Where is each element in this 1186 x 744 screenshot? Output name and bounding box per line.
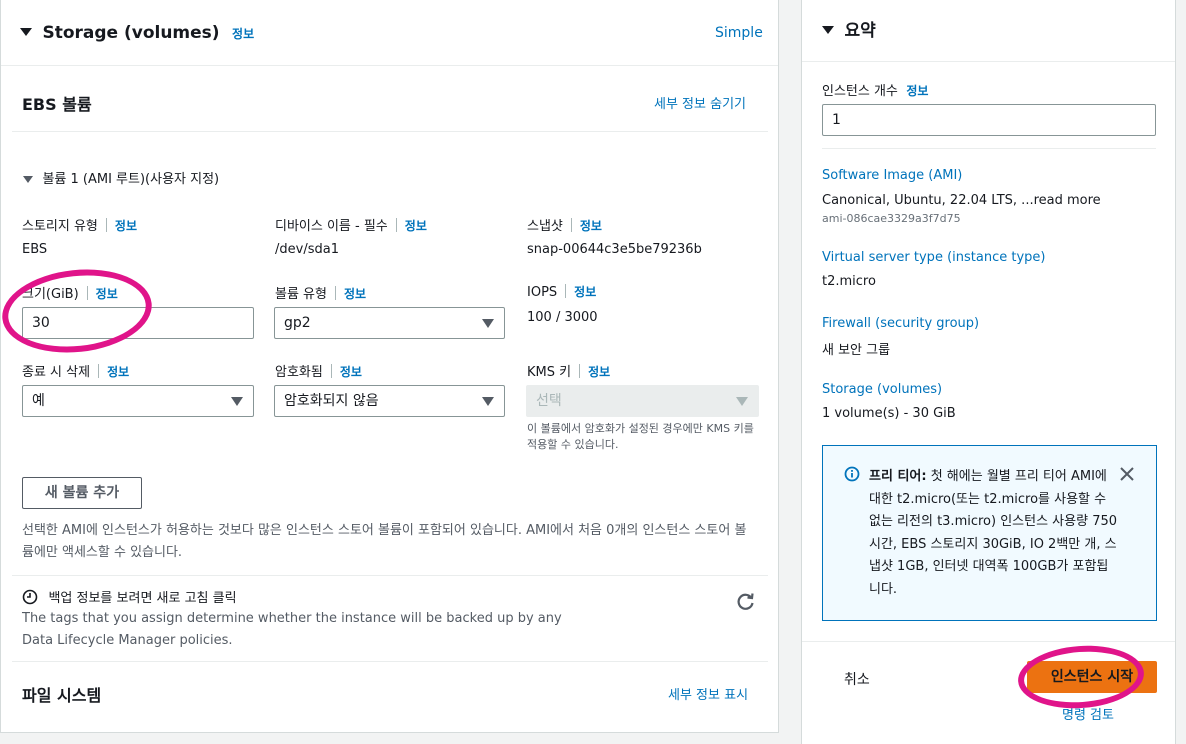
show-details-link[interactable]: 세부 정보 표시 <box>668 684 748 703</box>
free-tier-bold: 프리 티어: <box>869 469 927 484</box>
file-system-title: 파일 시스템 <box>22 686 102 705</box>
iops-info[interactable]: 정보 <box>574 285 596 299</box>
annotation-circle <box>1015 641 1147 713</box>
dropdown-caret-icon <box>736 397 748 406</box>
simple-link[interactable]: Simple <box>715 25 763 41</box>
kms-key-help: 이 볼륨에서 암호화가 설정된 경우에만 KMS 키를 적용할 수 있습니다. <box>527 422 754 451</box>
backup-description: The tags that you assign determine wheth… <box>22 611 562 648</box>
caret-down-icon <box>23 176 33 183</box>
encrypted-select[interactable]: 암호화되지 않음 <box>274 385 505 417</box>
volume-1-toggle[interactable]: 볼륨 1 (AMI 루트)(사용자 지정) <box>23 168 219 187</box>
summary-collapse-toggle[interactable]: 요약 <box>822 16 876 41</box>
kms-key-label: KMS 키 <box>527 365 572 380</box>
storage-summary-link[interactable]: Storage (volumes) <box>822 382 942 397</box>
volume-type-value: gp2 <box>284 315 311 331</box>
volume-1-header: 볼륨 1 (AMI 루트)(사용자 지정) <box>42 172 220 187</box>
dropdown-caret-icon <box>482 319 494 328</box>
storage-type-value: EBS <box>22 242 48 257</box>
volume-type-select[interactable]: gp2 <box>274 307 505 339</box>
instance-count-value: 1 <box>832 112 841 128</box>
snapshot-info[interactable]: 정보 <box>580 219 602 233</box>
storage-title: Storage (volumes) <box>42 23 220 43</box>
delete-on-termination-value: 예 <box>32 393 45 409</box>
kms-key-info[interactable]: 정보 <box>588 365 610 379</box>
storage-summary-value: 1 volume(s) - 30 GiB <box>822 406 956 421</box>
encrypted-info[interactable]: 정보 <box>340 365 362 379</box>
storage-type-info[interactable]: 정보 <box>115 219 137 233</box>
iops-value: 100 / 3000 <box>527 310 598 325</box>
device-name-info[interactable]: 정보 <box>405 219 427 233</box>
storage-type-label: 스토리지 유형 <box>22 219 98 234</box>
ami-link[interactable]: Software Image (AMI) <box>822 168 962 183</box>
info-circle-icon <box>844 466 860 482</box>
caret-down-icon <box>20 28 32 36</box>
dropdown-caret-icon <box>231 397 243 406</box>
device-name-label: 디바이스 이름 - 필수 <box>275 219 388 234</box>
snapshot-label: 스냅샷 <box>527 219 563 234</box>
backup-title: 백업 정보를 보려면 새로 고침 클릭 <box>48 591 237 606</box>
free-tier-text: 첫 해에는 월별 프리 티어 AMI에 대한 t2.micro(또는 t2.mi… <box>869 469 1118 597</box>
refresh-icon[interactable] <box>736 592 756 612</box>
hide-details-link[interactable]: 세부 정보 숨기기 <box>654 93 746 112</box>
storage-panel: Storage (volumes) 정보 Simple EBS 볼륨 세부 정보… <box>0 0 779 733</box>
firewall-value: 새 보안 그룹 <box>822 343 891 358</box>
storage-info-link[interactable]: 정보 <box>232 27 254 41</box>
free-tier-alert: 프리 티어: 첫 해에는 월별 프리 티어 AMI에 대한 t2.micro(또… <box>822 445 1157 621</box>
instance-store-note: 선택한 AMI에 인스턴스가 허용하는 것보다 많은 인스턴스 스토어 볼륨이 … <box>22 523 747 560</box>
clock-icon <box>22 589 38 605</box>
summary-panel: 요약 인스턴스 개수 정보 1 Software Image (AMI) Can… <box>801 0 1176 744</box>
volume-type-info[interactable]: 정보 <box>344 287 366 301</box>
annotation-circle <box>0 262 156 360</box>
firewall-link[interactable]: Firewall (security group) <box>822 316 979 331</box>
delete-on-termination-label: 종료 시 삭제 <box>22 365 91 380</box>
volume-type-label: 볼륨 유형 <box>275 287 327 302</box>
close-icon[interactable] <box>1120 467 1134 481</box>
delete-on-termination-select[interactable]: 예 <box>22 385 254 417</box>
summary-title: 요약 <box>844 21 876 41</box>
delete-on-termination-info[interactable]: 정보 <box>107 365 129 379</box>
ami-read-more-link[interactable]: read more <box>1034 193 1101 208</box>
ebs-volumes-title: EBS 볼륨 <box>22 95 92 114</box>
kms-key-select: 선택 <box>526 385 759 417</box>
encrypted-value: 암호화되지 않음 <box>284 393 379 409</box>
caret-down-icon <box>822 26 834 34</box>
cancel-button[interactable]: 취소 <box>844 669 870 689</box>
add-volume-button-label: 새 볼륨 추가 <box>44 485 120 501</box>
instance-count-input[interactable]: 1 <box>822 104 1156 136</box>
device-name-value: /dev/sda1 <box>275 242 339 257</box>
snapshot-value: snap-00644c3e5be79236b <box>527 242 702 257</box>
instance-type-link[interactable]: Virtual server type (instance type) <box>822 250 1045 265</box>
instance-type-value: t2.micro <box>822 274 876 289</box>
add-volume-button[interactable]: 새 볼륨 추가 <box>22 477 142 509</box>
kms-key-placeholder: 선택 <box>536 393 562 409</box>
iops-label: IOPS <box>527 285 558 300</box>
instance-count-label: 인스턴스 개수 <box>822 84 898 99</box>
storage-collapse-toggle[interactable]: Storage (volumes) 정보 <box>20 23 254 43</box>
instance-count-info[interactable]: 정보 <box>906 84 928 98</box>
dropdown-caret-icon <box>482 397 494 406</box>
encrypted-label: 암호화됨 <box>275 365 323 380</box>
ami-id: ami-086cae3329a3f7d75 <box>822 212 961 225</box>
ami-value: Canonical, Ubuntu, 22.04 LTS, ... <box>822 193 1034 208</box>
